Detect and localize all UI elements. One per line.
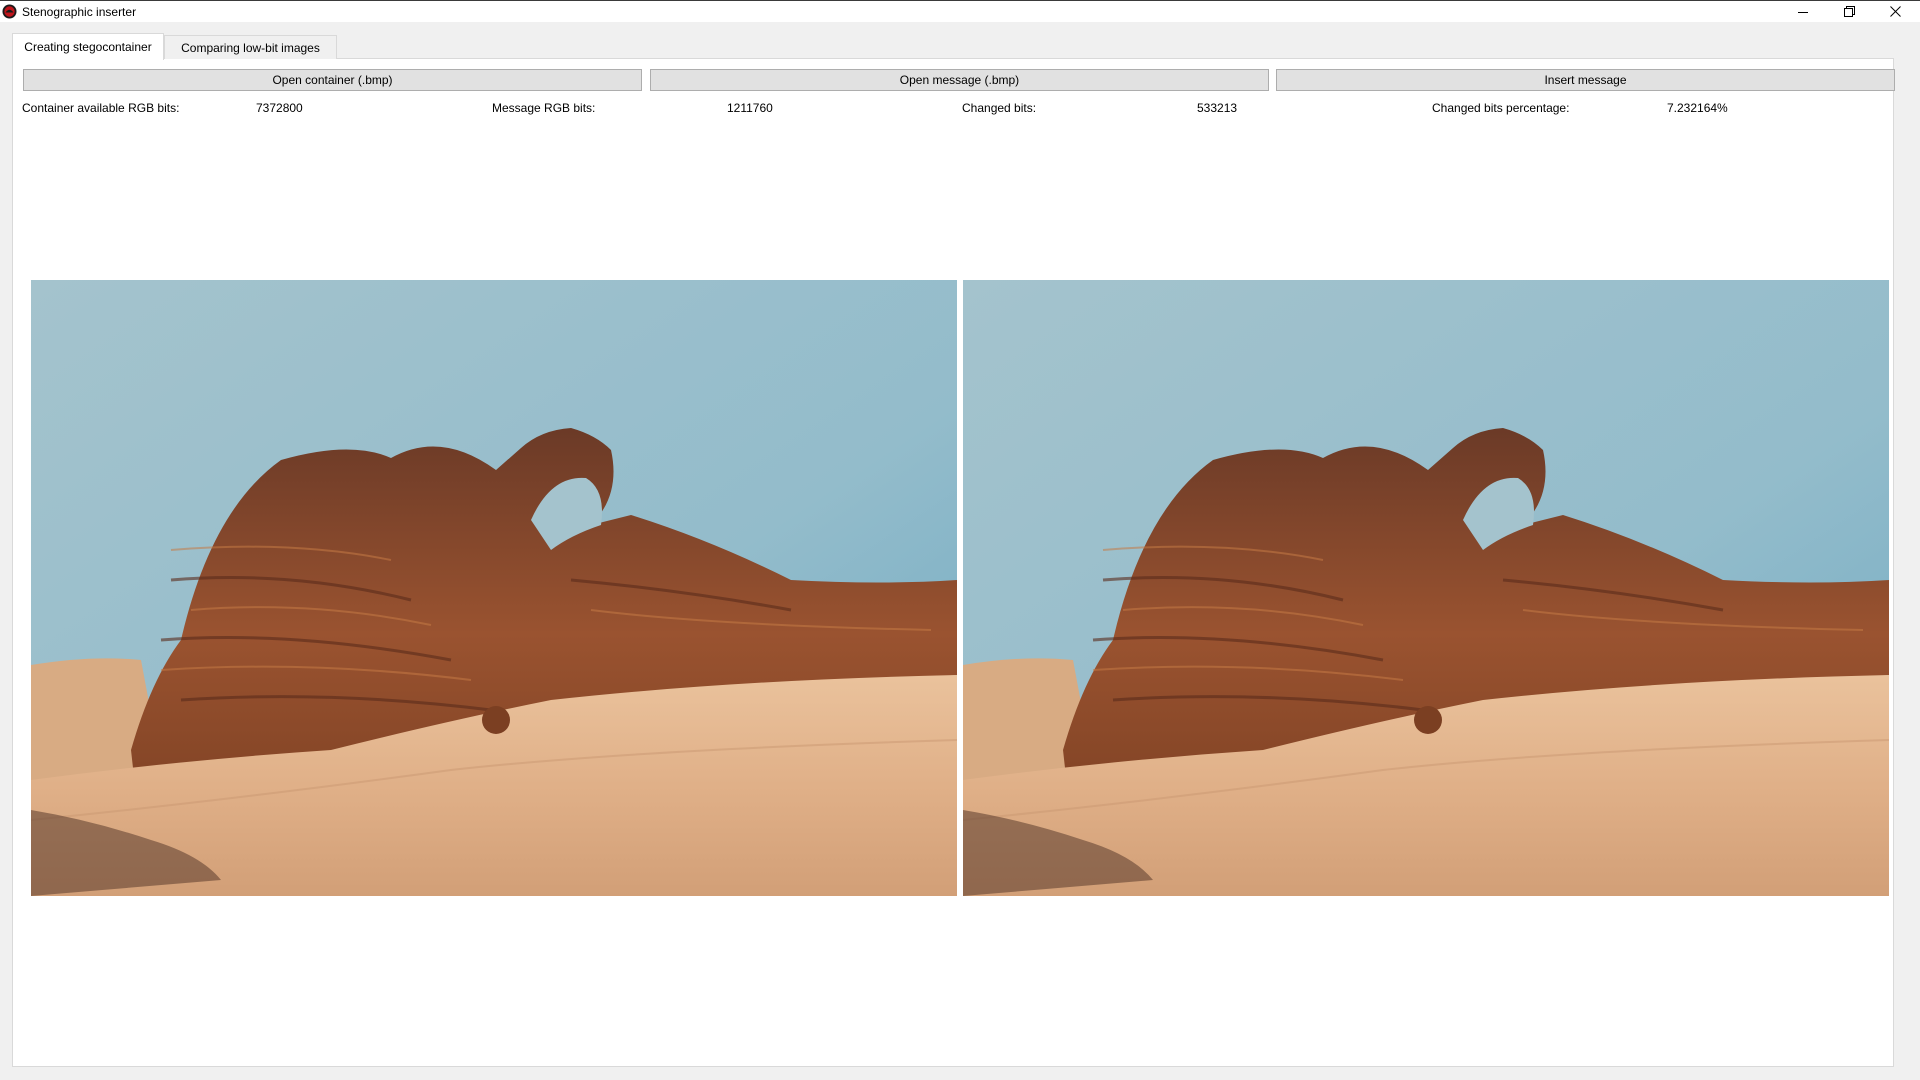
container-image-preview [31, 280, 957, 896]
tab-creating-stegocontainer[interactable]: Creating stegocontainer [12, 33, 164, 60]
message-bits-value: 1211760 [727, 101, 773, 115]
button-label: Insert message [1544, 73, 1627, 87]
app-window: Stenographic inserter Creating stegocont… [0, 0, 1920, 1080]
message-bits-label: Message RGB bits: [492, 101, 596, 115]
tab-label: Creating stegocontainer [24, 40, 152, 54]
desert-arch-photo [31, 280, 957, 896]
restore-icon [1843, 6, 1855, 17]
minimize-button[interactable] [1780, 1, 1826, 22]
open-message-button[interactable]: Open message (.bmp) [650, 69, 1269, 91]
window-title: Stenographic inserter [22, 5, 137, 19]
button-label: Open message (.bmp) [899, 73, 1020, 87]
button-label: Open container (.bmp) [272, 73, 393, 87]
insert-message-button[interactable]: Insert message [1276, 69, 1895, 91]
minimize-icon [1798, 11, 1808, 13]
changed-pct-value: 7.232164% [1667, 101, 1728, 115]
close-icon [1889, 6, 1901, 17]
changed-bits-value: 533213 [1197, 101, 1238, 115]
container-bits-label: Container available RGB bits: [22, 101, 180, 115]
title-bar: Stenographic inserter [0, 0, 1920, 22]
stego-image-preview [963, 280, 1889, 896]
restore-button[interactable] [1826, 1, 1872, 22]
desert-arch-photo [963, 280, 1889, 896]
close-button[interactable] [1872, 1, 1918, 22]
window-bottom-edge [0, 1068, 1920, 1080]
changed-pct-label: Changed bits percentage: [1432, 101, 1570, 115]
tab-comparing-low-bit-images[interactable]: Comparing low-bit images [164, 35, 337, 59]
container-bits-value: 7372800 [256, 101, 303, 115]
changed-bits-label: Changed bits: [962, 101, 1037, 115]
tab-label: Comparing low-bit images [181, 40, 320, 55]
open-container-button[interactable]: Open container (.bmp) [23, 69, 642, 91]
app-icon [2, 4, 17, 19]
